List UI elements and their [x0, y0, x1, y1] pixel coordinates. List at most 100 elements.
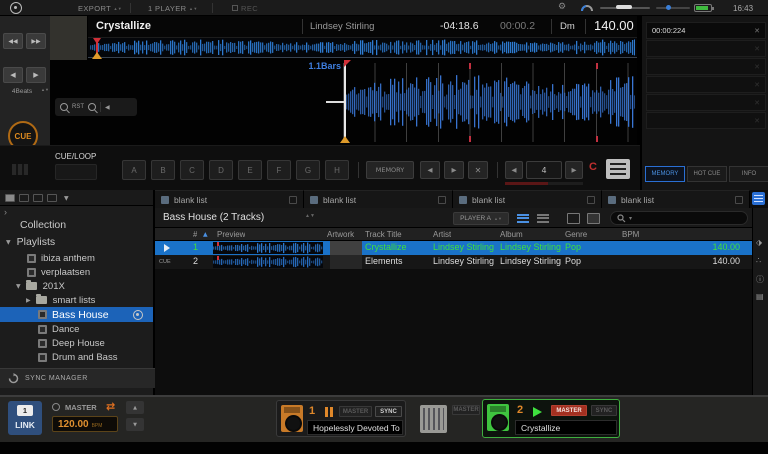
memory-delete-button[interactable]: ✕: [468, 161, 488, 179]
hot-cue-e-button[interactable]: E: [238, 160, 262, 180]
player2-status[interactable]: 2 MASTER SYNC Crystallize: [482, 399, 620, 438]
link-button[interactable]: 1 LINK: [8, 401, 42, 435]
tag-icon[interactable]: ⬗: [756, 238, 762, 247]
hot-cue-f-button[interactable]: F: [267, 160, 291, 180]
tree-view-icon[interactable]: [5, 194, 15, 202]
headphone-cue-knob-icon[interactable]: [580, 2, 594, 14]
beat-jump-stepper[interactable]: ▲▼: [41, 88, 49, 92]
loop-size-increase-button[interactable]: ▶: [565, 161, 583, 179]
playlist-title-stepper-icon[interactable]: ▲▼: [305, 214, 315, 218]
table-row[interactable]: CUE 2 Elements Lindsey Stirling Lindsey …: [155, 255, 752, 269]
previous-track-button[interactable]: ◀◀: [3, 33, 23, 49]
waveform-overview[interactable]: [88, 38, 637, 58]
collapsed-icon[interactable]: ▶: [26, 297, 31, 304]
search-forward-button[interactable]: ▶: [26, 67, 46, 83]
memory-prev-button[interactable]: ◀: [420, 161, 440, 179]
settings-gear-icon[interactable]: ⚙: [558, 2, 566, 12]
browser-tab-1[interactable]: blank list: [155, 190, 304, 208]
player-assign-dropdown[interactable]: PLAYER A ▲▼: [453, 212, 509, 225]
waveform-zoomed[interactable]: 1.1Bars: [50, 60, 637, 145]
sidebar-folder-smart-lists[interactable]: ▶ smart lists: [0, 293, 153, 307]
related-tracks-icon[interactable]: ∴: [756, 256, 761, 265]
zoom-reset-button[interactable]: RST: [72, 104, 84, 110]
rec-toggle[interactable]: REC: [232, 4, 258, 13]
search-back-button[interactable]: ◀: [3, 67, 23, 83]
sidebar-item-ibiza-anthem[interactable]: ibiza anthem: [0, 251, 153, 265]
tab-option-icon[interactable]: [735, 196, 743, 204]
search-filter-caret-icon[interactable]: ▾: [629, 215, 632, 222]
memory-next-button[interactable]: ▶: [444, 161, 464, 179]
sidebar-item-deep-house[interactable]: Deep House: [0, 336, 153, 350]
col-number[interactable]: #: [193, 230, 197, 239]
col-album[interactable]: Album: [500, 230, 523, 239]
player-count-dropdown[interactable]: 1 PLAYER ▲▼: [148, 4, 198, 13]
bpm-down-button[interactable]: ▼: [126, 418, 144, 431]
hot-cue-b-button[interactable]: B: [151, 160, 175, 180]
tab-info[interactable]: INFO: [729, 166, 768, 182]
bpm-up-button[interactable]: ▲: [126, 401, 144, 414]
col-artist[interactable]: Artist: [433, 230, 451, 239]
hot-cue-d-button[interactable]: D: [209, 160, 233, 180]
add-tab-icon[interactable]: [752, 192, 765, 205]
player2-master-button[interactable]: MASTER: [551, 405, 587, 416]
hot-cue-a-button[interactable]: A: [122, 160, 146, 180]
hot-cue-c-button[interactable]: C: [180, 160, 204, 180]
expand-icon[interactable]: ▼: [6, 239, 11, 246]
deck-menu-button[interactable]: [606, 159, 630, 179]
sidebar-item-collection[interactable]: Collection: [0, 217, 153, 233]
player2-sync-button[interactable]: SYNC: [591, 405, 617, 416]
browser-tab-3[interactable]: blank list: [453, 190, 602, 208]
tag-view-icon[interactable]: [19, 194, 29, 202]
grid-view-button[interactable]: [517, 212, 529, 224]
list-panel-icon[interactable]: ▤: [756, 292, 764, 301]
view-dropdown-icon[interactable]: ▼: [64, 195, 69, 202]
playlist-view-icon[interactable]: [33, 194, 43, 202]
history-view-icon[interactable]: [47, 194, 57, 202]
collapse-row[interactable]: ›: [0, 206, 153, 217]
master-bpm-display[interactable]: 120.00 BPM: [52, 416, 118, 432]
expand-icon[interactable]: ▼: [16, 283, 21, 290]
sync-manager-button[interactable]: SYNC MANAGER: [0, 368, 155, 388]
export-mode-dropdown[interactable]: EXPORT ▲▼: [78, 4, 122, 13]
table-header[interactable]: # ▲ Preview Artwork Track Title Artist A…: [155, 228, 752, 241]
loop-size-decrease-button[interactable]: ◀: [505, 161, 523, 179]
collapse-controls-icon[interactable]: ◀: [105, 104, 110, 111]
sidebar-item-dance[interactable]: Dance: [0, 322, 153, 336]
zoom-in-icon[interactable]: [60, 103, 68, 111]
col-genre[interactable]: Genre: [565, 230, 587, 239]
memory-set-button[interactable]: MEMORY: [366, 161, 414, 179]
memory-cue-row[interactable]: 00:00:224 ✕: [646, 22, 766, 39]
preview-waveform[interactable]: [213, 256, 323, 268]
artwork-small-view-button[interactable]: [567, 213, 580, 224]
table-row[interactable]: 1 Crystallize Lindsey Stirling Lindsey S…: [155, 241, 752, 255]
hot-cue-h-button[interactable]: H: [325, 160, 349, 180]
search-input[interactable]: ▾: [610, 211, 748, 225]
tab-option-icon[interactable]: [289, 196, 297, 204]
tab-option-icon[interactable]: [587, 196, 595, 204]
tab-hot-cue[interactable]: HOT CUE: [687, 166, 727, 182]
preview-waveform[interactable]: [213, 242, 323, 254]
sidebar-item-drum-and-bass[interactable]: Drum and Bass: [0, 350, 153, 364]
crossfader-handle[interactable]: [666, 5, 671, 10]
sidebar-folder-201x[interactable]: ▼ 201X: [0, 279, 153, 293]
next-track-button[interactable]: ▶▶: [26, 33, 46, 49]
sidebar-item-playlists[interactable]: ▼ Playlists: [0, 234, 153, 250]
browser-tab-2[interactable]: blank list: [304, 190, 453, 208]
volume-slider-handle[interactable]: [616, 5, 632, 9]
crossfader-slider[interactable]: [656, 7, 690, 9]
player1-master-button[interactable]: MASTER: [339, 406, 372, 417]
player1-status[interactable]: 1 MASTER SYNC Hopelessly Devoted To Y: [276, 400, 406, 437]
hot-cue-g-button[interactable]: G: [296, 160, 320, 180]
auto-beat-loop-button[interactable]: [55, 164, 97, 180]
tab-memory[interactable]: MEMORY: [645, 166, 685, 182]
col-track-title[interactable]: Track Title: [365, 230, 402, 239]
info-icon[interactable]: ⓘ: [756, 274, 764, 285]
beat-sync-arrows-icon[interactable]: ⇄: [106, 400, 115, 413]
col-bpm[interactable]: BPM: [622, 230, 639, 239]
browser-tab-4[interactable]: blank list: [602, 190, 750, 208]
player1-sync-button[interactable]: SYNC: [375, 406, 402, 417]
col-artwork[interactable]: Artwork: [327, 230, 361, 239]
sort-arrow-icon[interactable]: ▲: [203, 231, 208, 238]
delete-cue-icon[interactable]: ✕: [754, 27, 760, 35]
zoom-out-icon[interactable]: [88, 103, 96, 111]
